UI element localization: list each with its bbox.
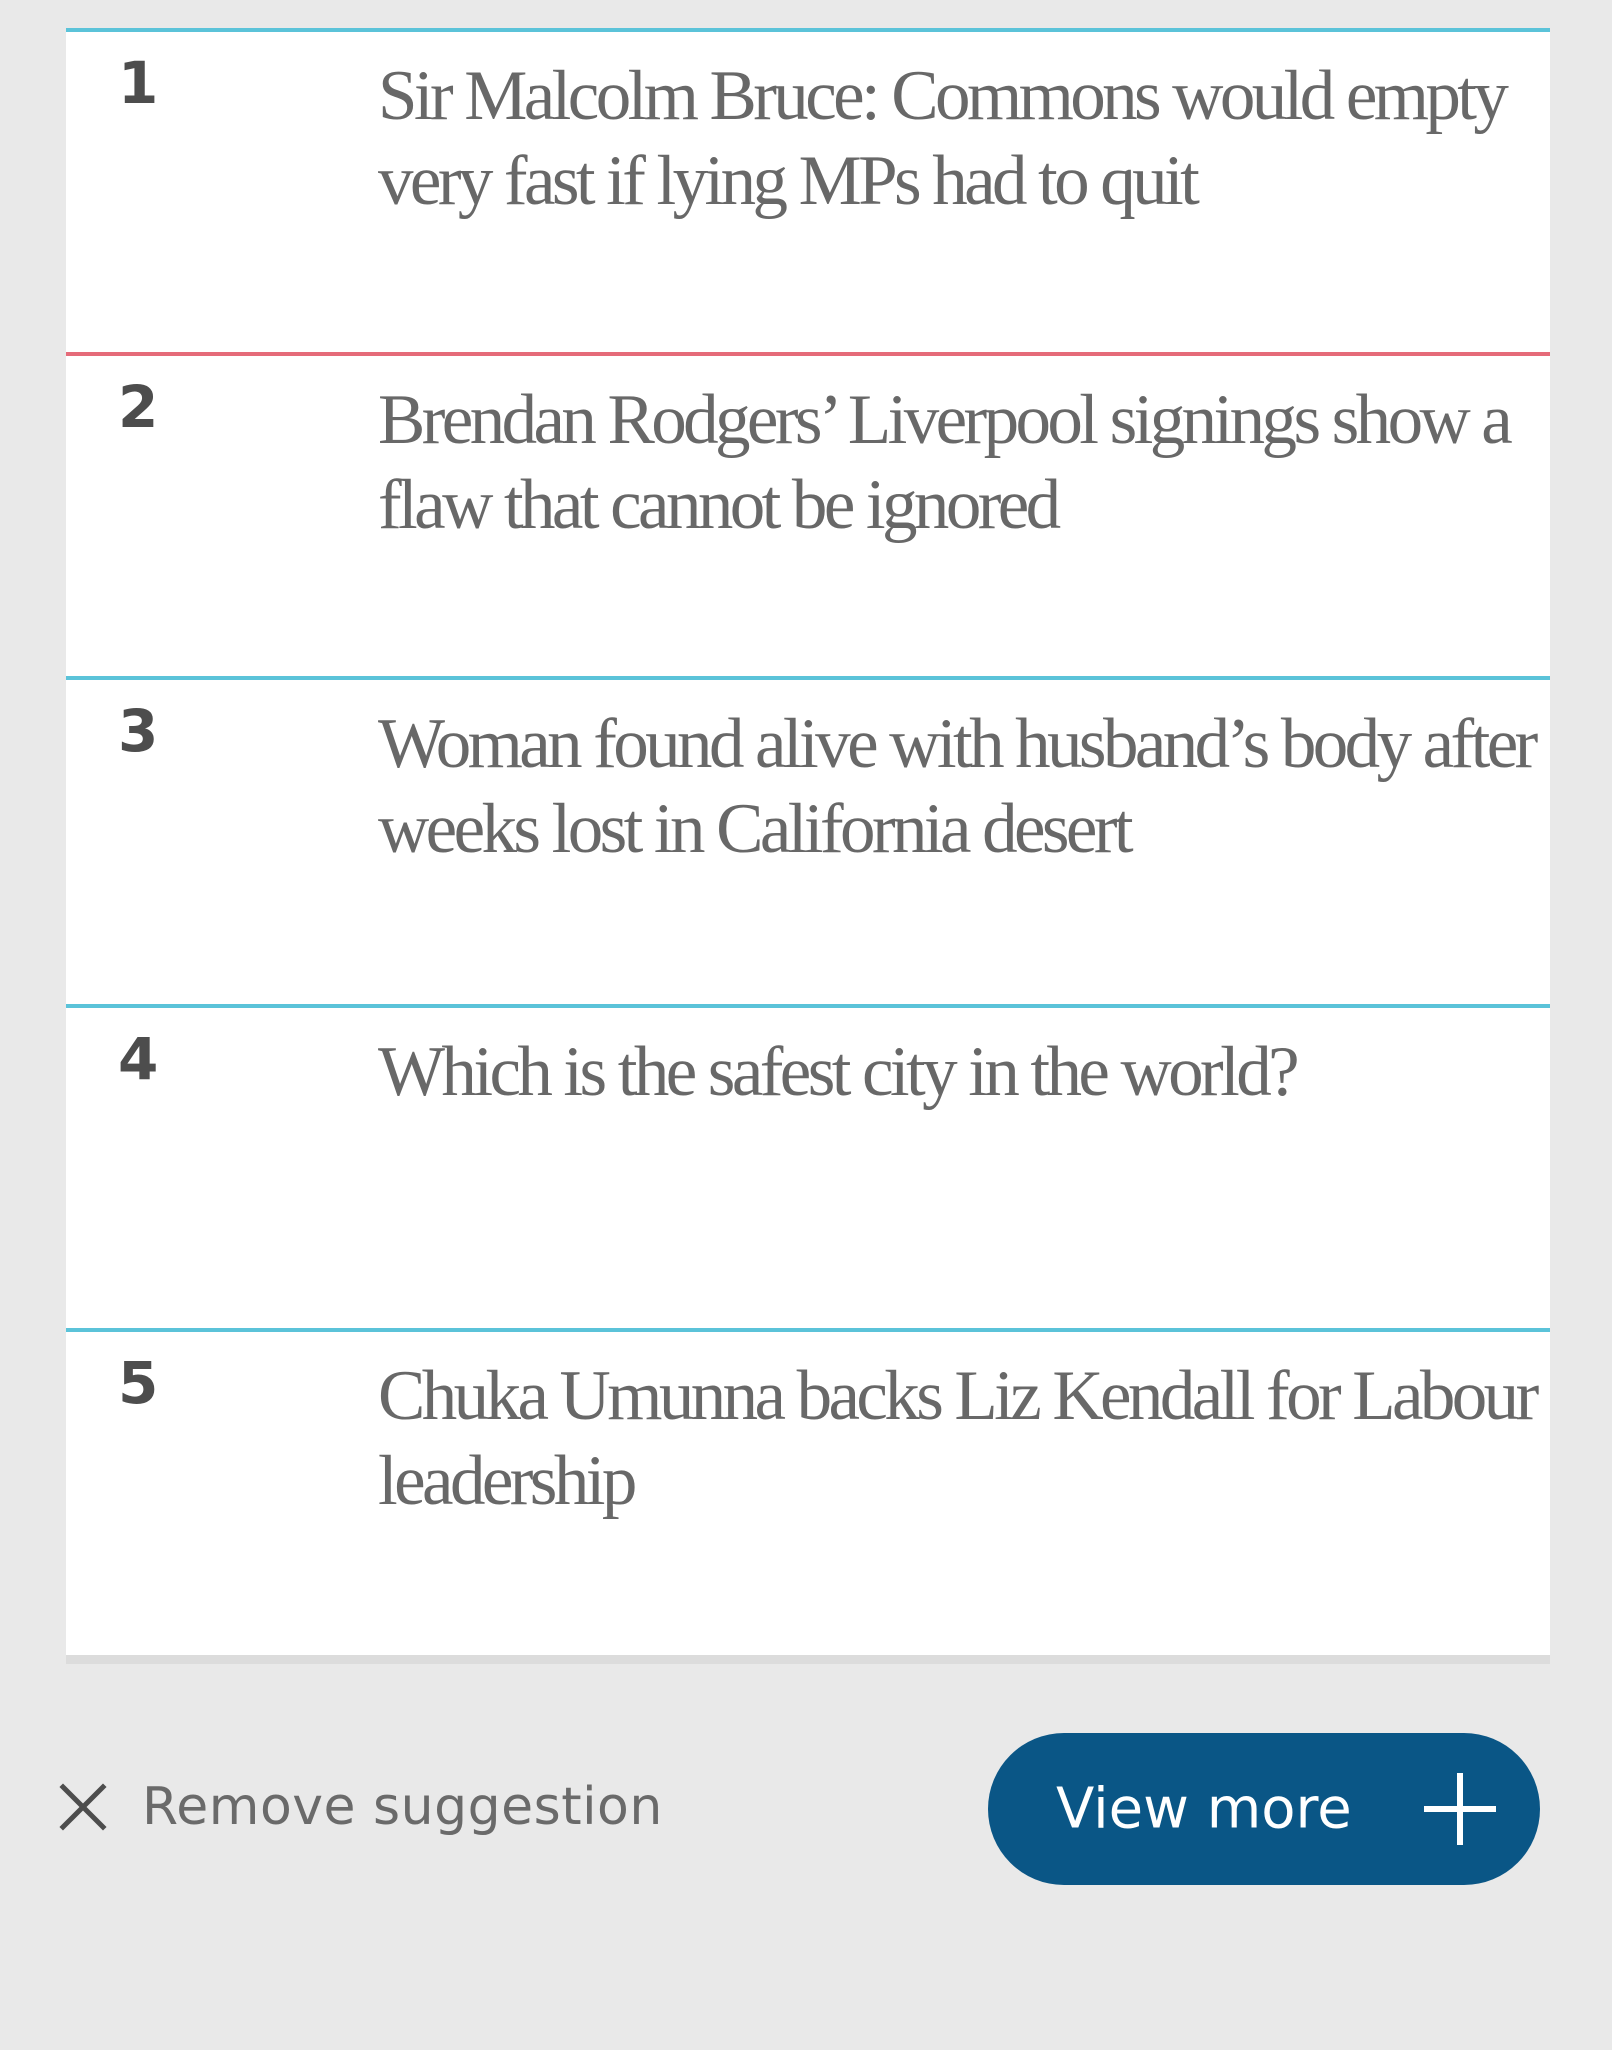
view-more-button[interactable]: View more: [988, 1733, 1540, 1885]
item-rank: 5: [118, 1349, 159, 1417]
list-item[interactable]: 2 Brendan Rodgers’ Liverpool signings sh…: [66, 352, 1550, 676]
list-item[interactable]: 3 Woman found alive with husband’s body …: [66, 676, 1550, 1000]
remove-suggestion-button[interactable]: Remove suggestion: [58, 1772, 663, 1842]
item-headline: Chuka Umunna backs Liz Kendall for Labou…: [378, 1357, 1539, 1520]
view-more-label: View more: [1056, 1776, 1352, 1842]
close-icon: [58, 1782, 108, 1832]
item-rank: 2: [118, 373, 159, 441]
item-rank: 1: [118, 49, 159, 117]
item-rank: 4: [118, 1025, 159, 1093]
item-rank: 3: [118, 697, 159, 765]
remove-suggestion-label: Remove suggestion: [142, 1777, 663, 1837]
item-headline: Which is the safest city in the world?: [378, 1033, 1300, 1111]
most-popular-list: 1 Sir Malcolm Bruce: Commons would empty…: [66, 28, 1550, 1664]
list-item[interactable]: 4 Which is the safest city in the world?: [66, 1004, 1550, 1328]
list-item[interactable]: 1 Sir Malcolm Bruce: Commons would empty…: [66, 28, 1550, 352]
item-headline: Woman found alive with husband’s body af…: [378, 705, 1538, 868]
item-headline: Sir Malcolm Bruce: Commons would empty v…: [378, 57, 1509, 220]
list-item[interactable]: 5 Chuka Umunna backs Liz Kendall for Lab…: [66, 1328, 1550, 1652]
item-headline: Brendan Rodgers’ Liverpool signings show…: [378, 381, 1513, 544]
plus-icon: [1422, 1771, 1498, 1847]
